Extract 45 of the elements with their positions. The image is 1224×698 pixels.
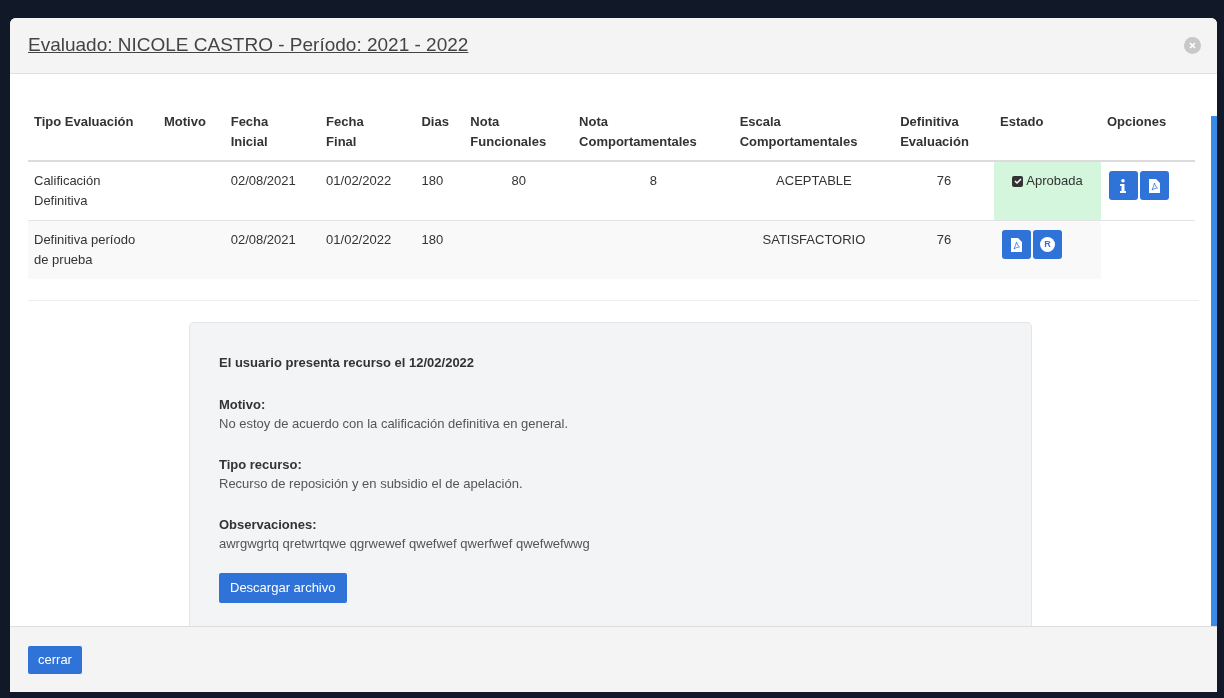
- table-cell: 02/08/2021: [230, 173, 296, 188]
- column-header: Estado: [1000, 113, 1044, 131]
- close-button[interactable]: cerrar: [28, 645, 82, 674]
- field-label: Observaciones:: [219, 515, 318, 534]
- field-label: Motivo:: [219, 395, 267, 414]
- download-button[interactable]: Descargar archivo: [219, 572, 347, 603]
- table-cell: 01/02/2022: [326, 173, 392, 188]
- table-cell: 01/02/2022: [326, 232, 392, 247]
- column-header: Tipo Evaluación: [34, 113, 134, 131]
- field-value: awrgwgrtq qretwrtqwe qgrwewef qwefwef qwerfwef qwefwefwwg: [219, 534, 591, 553]
- table-cell: 76: [936, 173, 952, 188]
- field-label: Tipo recurso:: [219, 455, 303, 474]
- table-cell: 80: [511, 173, 526, 188]
- icon-button[interactable]: [1139, 171, 1169, 200]
- table-cell: SATISFACTORIO: [762, 232, 866, 247]
- table-cell: Definitiva período de prueba: [34, 232, 136, 267]
- close-icon: [1189, 42, 1196, 49]
- icon-button[interactable]: [1108, 171, 1138, 200]
- icon-button[interactable]: R: [1033, 230, 1062, 259]
- table-cell: 76: [936, 232, 952, 247]
- column-header: Fecha Final: [326, 113, 364, 151]
- status-text: Aprobada: [1026, 172, 1083, 191]
- column-header: Escala Comportamentales: [739, 113, 858, 151]
- field-value: No estoy de acuerdo con la calificación definitiva en general.: [219, 414, 570, 433]
- table-cell: ACEPTABLE: [776, 173, 852, 188]
- table-cell: 180: [421, 173, 444, 188]
- recurso-heading: El usuario presenta recurso el 12/02/2022: [219, 354, 476, 372]
- column-header: Nota Comportamentales: [579, 113, 697, 151]
- column-header: Dias: [421, 113, 449, 131]
- info-icon: [1120, 178, 1127, 193]
- letter-icon: R: [1040, 237, 1055, 252]
- table-cell: 180: [421, 232, 444, 247]
- column-header: Opciones: [1106, 113, 1167, 131]
- column-header: Fecha Inicial: [230, 113, 269, 151]
- table-cell: 8: [649, 173, 657, 188]
- table-cell: Calificación Definitiva: [34, 173, 101, 208]
- column-header: Motivo: [164, 113, 206, 131]
- icon-button[interactable]: [1002, 230, 1031, 259]
- table-cell: 02/08/2021: [230, 232, 296, 247]
- modal-title: Evaluado: NICOLE CASTRO - Período: 2021 - 2022: [28, 33, 469, 58]
- column-header: Nota Funcionales: [470, 113, 547, 151]
- pdf-file-icon: [1148, 178, 1160, 193]
- pdf-file-icon: [1011, 237, 1022, 252]
- field-value: Recurso de reposición y en subsidio el de apelación.: [219, 474, 524, 493]
- column-header: Definitiva Evaluación: [900, 113, 969, 151]
